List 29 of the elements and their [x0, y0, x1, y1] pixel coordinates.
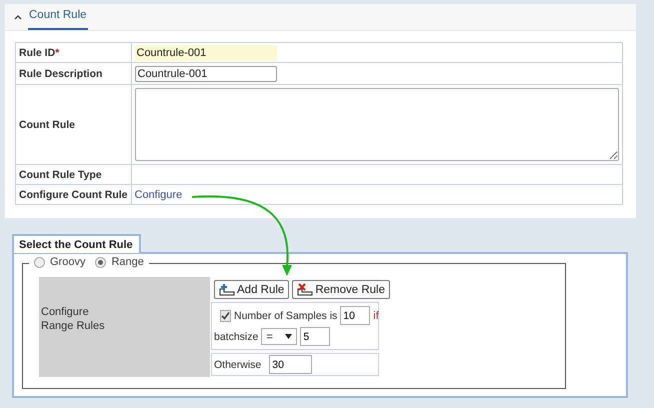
dropdown-icon [285, 334, 292, 339]
checkbox[interactable] [220, 310, 231, 322]
config-label: Configure Range Rules [41, 305, 106, 334]
value-field[interactable]: 5 [300, 327, 330, 346]
otherwise-label: Otherwise [214, 358, 262, 370]
condition-text: Number of Samples is [234, 310, 338, 322]
operator-dropdown[interactable]: = [261, 328, 298, 345]
field-name: batchsize [214, 330, 258, 342]
tray-cross-icon [297, 283, 314, 296]
radio-button[interactable] [34, 256, 45, 268]
field-label: Count Rule Type [16, 164, 131, 184]
field-label: Rule Description [16, 62, 131, 84]
panel-tab[interactable]: Select the Count Rule [12, 234, 141, 253]
configure-link[interactable]: Configure [134, 188, 182, 200]
section-tab[interactable]: Count Rule [28, 9, 88, 30]
radio-button[interactable] [95, 256, 106, 268]
tray-plus-icon [219, 283, 235, 296]
radio-label: Groovy [50, 256, 86, 268]
remove-rule-button[interactable]: Remove Rule [292, 280, 390, 299]
field-label: Count Rule [16, 84, 131, 164]
collapse-icon[interactable] [14, 14, 22, 20]
field-label: Configure Count Rule [16, 184, 131, 204]
count-field[interactable]: 10 [340, 306, 370, 325]
field-label: Rule ID* [16, 42, 131, 62]
input-field[interactable]: Countrule-001 [134, 66, 276, 82]
add-rule-button[interactable]: Add Rule [214, 280, 290, 299]
radio-label: Range [111, 256, 144, 268]
if-text: if [373, 310, 379, 322]
otherwise-field[interactable]: 30 [269, 355, 312, 374]
